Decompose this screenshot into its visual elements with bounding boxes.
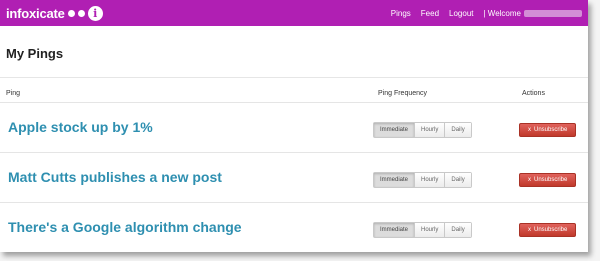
frequency-cell: Immediate Hourly Daily: [366, 202, 518, 252]
close-icon: x: [528, 177, 531, 183]
ping-cell: Apple stock up by 1%: [0, 102, 366, 153]
table-row: There's a Google algorithm change Immedi…: [0, 202, 588, 252]
frequency-toggle-group: Immediate Hourly Daily: [373, 221, 472, 238]
actions-cell: x Unsubscribe: [518, 102, 588, 153]
app-window: infoxicate i Pings Feed Logout | Welcome…: [0, 0, 588, 252]
nav-link-logout[interactable]: Logout: [449, 9, 473, 18]
ping-title[interactable]: There's a Google algorithm change: [8, 219, 242, 235]
header-actions: Actions: [522, 90, 545, 97]
unsubscribe-label: Unsubscribe: [534, 177, 568, 183]
table-row: Apple stock up by 1% Immediate Hourly Da…: [0, 102, 588, 153]
header-ping: Ping: [6, 90, 21, 97]
logo-dot-icon: [77, 9, 85, 17]
unsubscribe-button[interactable]: x Unsubscribe: [519, 173, 577, 187]
welcome-label: | Welcome: [483, 8, 522, 18]
actions-cell: x Unsubscribe: [518, 152, 588, 203]
top-navbar: infoxicate i Pings Feed Logout | Welcome: [0, 0, 588, 26]
table-row: Matt Cutts publishes a new post Immediat…: [0, 152, 588, 203]
close-icon: x: [528, 227, 531, 233]
actions-cell: x Unsubscribe: [518, 202, 588, 252]
redacted-username: [524, 9, 582, 17]
ping-title[interactable]: Apple stock up by 1%: [8, 119, 153, 135]
pings-table: Ping Ping Frequency Actions Apple stock …: [0, 84, 588, 252]
ping-cell: There's a Google algorithm change: [0, 202, 366, 252]
page-title: My Pings: [6, 46, 64, 61]
frequency-daily-button[interactable]: Daily: [444, 122, 471, 137]
frequency-immediate-button[interactable]: Immediate: [374, 172, 415, 187]
frequency-immediate-button[interactable]: Immediate: [374, 222, 415, 237]
divider: [0, 77, 588, 78]
nav-link-feed[interactable]: Feed: [421, 9, 439, 18]
header-frequency: Ping Frequency: [378, 90, 428, 97]
table-header-row: Ping Ping Frequency Actions: [0, 84, 588, 103]
frequency-toggle-group: Immediate Hourly Daily: [373, 171, 472, 188]
unsubscribe-button[interactable]: x Unsubscribe: [519, 123, 577, 137]
frequency-daily-button[interactable]: Daily: [444, 222, 471, 237]
unsubscribe-button[interactable]: x Unsubscribe: [519, 223, 577, 237]
frequency-toggle-group: Immediate Hourly Daily: [373, 121, 472, 138]
logo-dot-icon: [67, 9, 75, 17]
welcome-user: | Welcome: [483, 8, 582, 18]
nav-links: Pings Feed Logout | Welcome: [391, 9, 582, 18]
frequency-immediate-button[interactable]: Immediate: [374, 122, 415, 137]
nav-link-pings[interactable]: Pings: [391, 9, 411, 18]
unsubscribe-label: Unsubscribe: [534, 227, 568, 233]
frequency-cell: Immediate Hourly Daily: [366, 102, 518, 153]
frequency-hourly-button[interactable]: Hourly: [414, 222, 445, 237]
frequency-daily-button[interactable]: Daily: [444, 172, 471, 187]
frequency-hourly-button[interactable]: Hourly: [414, 172, 445, 187]
brand-logo[interactable]: infoxicate i: [6, 5, 103, 21]
ping-title[interactable]: Matt Cutts publishes a new post: [8, 169, 222, 185]
ping-cell: Matt Cutts publishes a new post: [0, 152, 366, 203]
frequency-cell: Immediate Hourly Daily: [366, 152, 518, 203]
unsubscribe-label: Unsubscribe: [534, 127, 568, 133]
close-icon: x: [528, 127, 531, 133]
frequency-hourly-button[interactable]: Hourly: [414, 122, 445, 137]
brand-name: infoxicate: [6, 5, 65, 21]
info-icon: i: [87, 5, 103, 21]
